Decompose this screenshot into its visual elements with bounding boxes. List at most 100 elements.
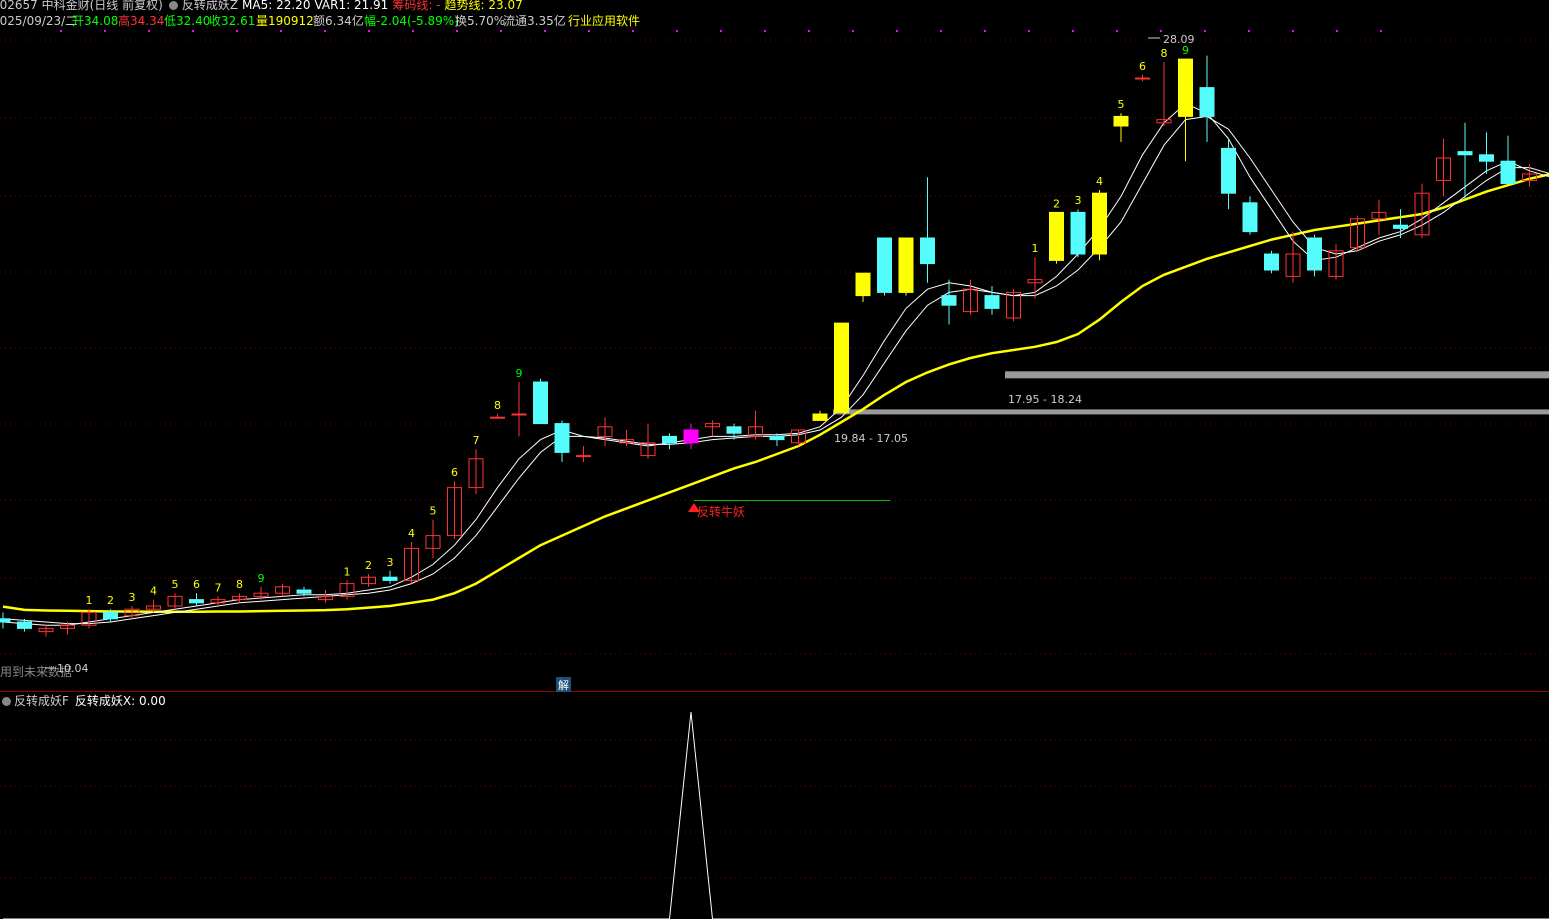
candle: [1199, 55, 1215, 142]
count-label: 5: [1118, 98, 1125, 111]
candle-body: [726, 426, 742, 434]
candle: [533, 378, 548, 425]
candle: [1242, 196, 1258, 235]
count-label: 6: [451, 466, 458, 479]
candle: [167, 593, 183, 610]
candle-body: [490, 416, 505, 419]
candle: [1049, 211, 1064, 264]
quote-float-cap: 流通3.35亿: [503, 13, 566, 28]
candle: [1479, 132, 1494, 174]
top-marker-dot: [1248, 30, 1250, 32]
candle: [1457, 122, 1473, 200]
zone-bar-upper: [1005, 371, 1549, 379]
candle: [275, 583, 290, 597]
quote-change: 幅-2.04(-5.89%): [364, 13, 459, 28]
count-label: 2: [107, 594, 114, 607]
high-price-label: 28.09: [1163, 33, 1195, 46]
top-marker-dot: [324, 30, 326, 32]
var1-value: VAR1: 21.91: [314, 0, 389, 12]
top-marker-dot: [236, 30, 238, 32]
candle: [318, 590, 333, 603]
candle-body: [877, 237, 892, 293]
count-label: 6: [193, 578, 200, 591]
candle: [511, 382, 527, 437]
top-marker-dot: [60, 30, 62, 32]
top-marker-dot: [1072, 30, 1074, 32]
candle-body: [941, 295, 957, 306]
indicator-panel-name[interactable]: 反转成妖F: [14, 694, 69, 708]
candle-body: [382, 576, 398, 581]
count-label: 5: [172, 578, 179, 591]
count-label: 4: [1096, 175, 1103, 188]
candle-body: [898, 237, 914, 293]
count-label: 5: [430, 505, 437, 518]
indicator-settings-icon[interactable]: [2, 697, 11, 706]
candle: [855, 272, 871, 302]
ma5-value: MA5: 22.20: [242, 0, 311, 12]
top-marker-dot: [852, 30, 854, 32]
candle-body: [1221, 147, 1236, 194]
candle: [0, 612, 11, 629]
top-marker-dot: [456, 30, 458, 32]
candle-body: [1457, 151, 1473, 156]
stock-chart[interactable]: 1 2 3 4 5 6 7 8 9 1 2 345678912 34568 9用到未来数据10.0428.…: [0, 0, 1549, 919]
candle: [941, 279, 957, 325]
settings-icon[interactable]: [168, 1, 178, 10]
count-label: 7: [215, 581, 222, 594]
candle-body: [511, 413, 527, 416]
count-label: 1: [86, 594, 93, 607]
candle: [361, 574, 376, 587]
candle-body: [984, 295, 1000, 309]
quote-low: 低32.40: [164, 14, 210, 28]
candle: [1113, 113, 1129, 142]
quote-close: 收32.61: [209, 14, 255, 28]
trend-line-value: 趋势线: 23.07: [444, 0, 523, 12]
ma-line-fast: [2, 103, 1549, 626]
candle: [597, 417, 613, 446]
candle: [490, 414, 505, 419]
count-label: 7: [473, 434, 480, 447]
count-label: 9: [516, 367, 523, 380]
top-marker-dot: [1380, 30, 1382, 32]
top-marker-dot: [500, 30, 502, 32]
quote-open: 开34.08: [72, 14, 118, 28]
top-marker-dot: [676, 30, 678, 32]
quote-volume: 量190912: [256, 14, 314, 28]
candle-body: [189, 599, 204, 604]
top-marker-dot: [808, 30, 810, 32]
candle: [404, 542, 419, 584]
top-marker-dot: [1160, 30, 1162, 32]
candle-body: [1049, 211, 1064, 261]
candle-body: [855, 272, 871, 297]
candle-body: [1135, 77, 1150, 80]
top-marker-dot: [940, 30, 942, 32]
candle: [1178, 58, 1193, 162]
candle: [447, 481, 462, 539]
main-header: 002657 中科金财(日线 前复权) 反转成妖Z MA5: 22.20 VAR1: …: [0, 0, 527, 14]
top-marker-dot: [368, 30, 370, 32]
candle-body: [834, 322, 849, 413]
candle: [1436, 138, 1451, 197]
candle-body: [920, 237, 935, 265]
indicator-value: 反转成妖X: 0.00: [74, 694, 166, 708]
candle: [554, 420, 570, 462]
candle-body: [812, 413, 828, 421]
candle: [1156, 62, 1172, 126]
top-marker-dot: [984, 30, 986, 32]
zone-bar-lower: [833, 409, 1549, 415]
candle: [705, 420, 720, 437]
candle-body: [1113, 115, 1129, 127]
candle-body: [769, 435, 785, 441]
candle: [1393, 209, 1408, 238]
count-label: 8: [1161, 47, 1168, 60]
stock-code-name[interactable]: 002657 中科金财(日线 前复权): [0, 0, 163, 12]
indicator-name[interactable]: 反转成妖Z: [182, 0, 238, 12]
candle: [189, 593, 204, 606]
top-marker-dot: [588, 30, 590, 32]
candle-body: [1070, 211, 1086, 255]
candle: [1070, 209, 1086, 258]
candle-body: [1500, 160, 1516, 185]
count-label: 9: [1182, 44, 1189, 57]
candle: [339, 580, 355, 600]
candle: [1027, 257, 1043, 299]
